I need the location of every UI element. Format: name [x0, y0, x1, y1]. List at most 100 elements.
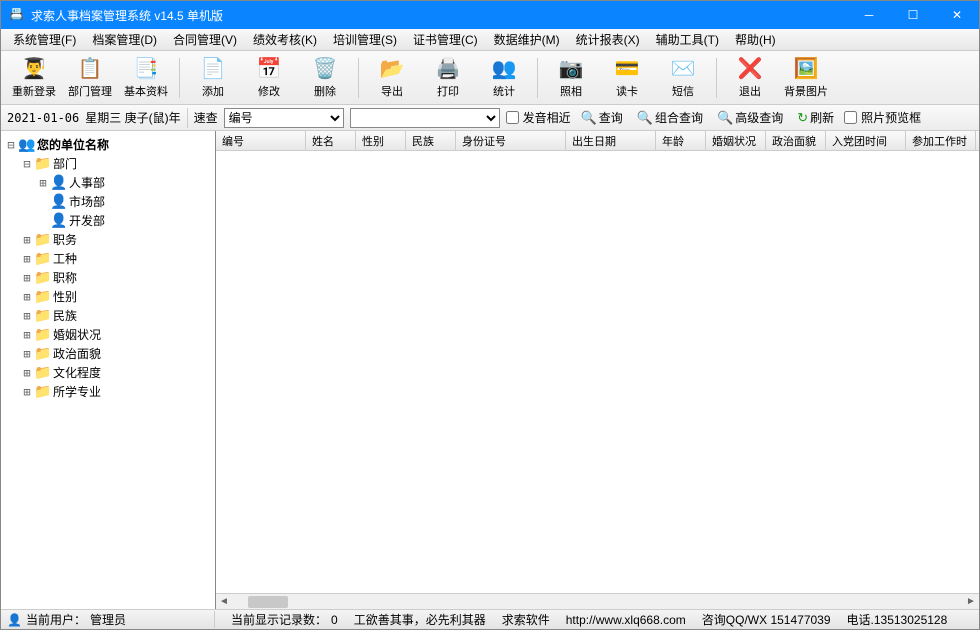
- toolbar-label: 基本资料: [124, 83, 168, 99]
- node-label: 开发部: [69, 212, 105, 229]
- close-button[interactable]: ✕: [935, 1, 979, 29]
- expand-icon[interactable]: ⊞: [21, 366, 33, 380]
- menu-item[interactable]: 帮助(H): [727, 29, 784, 50]
- search-button[interactable]: 🔍查询: [577, 107, 627, 128]
- expand-icon[interactable]: ⊞: [21, 328, 33, 342]
- menu-item[interactable]: 合同管理(V): [165, 29, 245, 50]
- tree-node[interactable]: ⊞📁性别: [5, 287, 211, 306]
- tree-node[interactable]: ⊞📁婚姻状况: [5, 325, 211, 344]
- menu-item[interactable]: 辅助工具(T): [648, 29, 727, 50]
- contact-phone: 电话.13513025128: [847, 611, 948, 628]
- menu-item[interactable]: 绩效考核(K): [245, 29, 325, 50]
- toolbar-label: 读卡: [616, 83, 638, 99]
- toolbar-button[interactable]: 📋部门管理: [63, 54, 117, 102]
- slogan: 工欲善其事，必先利其器: [354, 611, 486, 628]
- node-icon: 📁: [35, 365, 51, 381]
- toolbar-button[interactable]: ❌退出: [723, 54, 777, 102]
- expand-icon[interactable]: ⊞: [21, 347, 33, 361]
- menu-item[interactable]: 系统管理(F): [5, 29, 84, 50]
- column-header[interactable]: 政治面貌: [766, 131, 826, 150]
- toolbar-button[interactable]: 🗑️删除: [298, 54, 352, 102]
- expand-icon[interactable]: ⊞: [21, 290, 33, 304]
- contact-qq: 咨询QQ/WX 151477039: [702, 611, 831, 628]
- expand-icon[interactable]: ⊞: [21, 233, 33, 247]
- toolbar-separator: [716, 58, 717, 98]
- node-icon: 📁: [35, 308, 51, 324]
- column-header[interactable]: 参加工作时: [906, 131, 976, 150]
- node-label: 职称: [53, 269, 77, 286]
- scroll-right-icon[interactable]: ►: [963, 595, 979, 609]
- toolbar-button[interactable]: 🖼️背景图片: [779, 54, 833, 102]
- tree-node[interactable]: 👤市场部: [5, 192, 211, 211]
- toolbar-label: 导出: [381, 83, 403, 99]
- column-header[interactable]: 姓名: [306, 131, 356, 150]
- refresh-button[interactable]: ↻刷新: [793, 107, 838, 128]
- maximize-button[interactable]: ☐: [891, 1, 935, 29]
- column-header[interactable]: 编号: [216, 131, 306, 150]
- tree-node[interactable]: ⊞📁职务: [5, 230, 211, 249]
- toolbar-button[interactable]: 👨‍🎓重新登录: [7, 54, 61, 102]
- column-header[interactable]: 年龄: [656, 131, 706, 150]
- tree-node[interactable]: ⊞📁职称: [5, 268, 211, 287]
- toolbar-button[interactable]: 📅修改: [242, 54, 296, 102]
- grid-body[interactable]: [216, 151, 979, 593]
- expand-icon[interactable]: ⊞: [21, 271, 33, 285]
- expand-icon[interactable]: ⊟: [21, 157, 33, 171]
- toolbar-button[interactable]: 📄添加: [186, 54, 240, 102]
- horizontal-scrollbar[interactable]: ◄ ►: [216, 593, 979, 609]
- column-header[interactable]: 入党团时间: [826, 131, 906, 150]
- column-header[interactable]: 身份证号: [456, 131, 566, 150]
- scroll-left-icon[interactable]: ◄: [216, 595, 232, 609]
- menu-item[interactable]: 数据维护(M): [486, 29, 568, 50]
- toolbar-label: 短信: [672, 83, 694, 99]
- menu-item[interactable]: 培训管理(S): [325, 29, 405, 50]
- node-label: 部门: [53, 155, 77, 172]
- tree-node[interactable]: ⊞📁工种: [5, 249, 211, 268]
- combined-search-button[interactable]: 🔍组合查询: [633, 107, 707, 128]
- toolbar-button[interactable]: 📂导出: [365, 54, 419, 102]
- expand-icon[interactable]: ⊞: [37, 176, 49, 190]
- toolbar-button[interactable]: 🖨️打印: [421, 54, 475, 102]
- expand-icon[interactable]: ⊞: [21, 309, 33, 323]
- column-header[interactable]: 婚姻状况: [706, 131, 766, 150]
- tree-node[interactable]: ⊞📁民族: [5, 306, 211, 325]
- tree-node[interactable]: ⊞👤人事部: [5, 173, 211, 192]
- tree-node[interactable]: ⊞📁政治面貌: [5, 344, 211, 363]
- expand-icon[interactable]: ⊟: [5, 138, 17, 152]
- node-icon: 👤: [51, 213, 67, 229]
- tree-node[interactable]: ⊟📁部门: [5, 154, 211, 173]
- tree-node[interactable]: ⊞📁文化程度: [5, 363, 211, 382]
- tree-node[interactable]: ⊟👥您的单位名称: [5, 135, 211, 154]
- menu-item[interactable]: 统计报表(X): [568, 29, 648, 50]
- minimize-button[interactable]: ─: [847, 1, 891, 29]
- toolbar-button[interactable]: 📑基本资料: [119, 54, 173, 102]
- toolbar-button[interactable]: 👥统计: [477, 54, 531, 102]
- node-label: 性别: [53, 288, 77, 305]
- toolbar-button[interactable]: ✉️短信: [656, 54, 710, 102]
- search-value-select[interactable]: [350, 108, 500, 128]
- toolbar-icon: 🖨️: [436, 57, 460, 81]
- toolbar-icon: 👨‍🎓: [22, 57, 46, 81]
- scroll-thumb[interactable]: [248, 596, 288, 608]
- advanced-search-button[interactable]: 🔍高级查询: [713, 107, 787, 128]
- menu-item[interactable]: 证书管理(C): [405, 29, 486, 50]
- search-icon: 🔍: [637, 110, 653, 126]
- node-icon: 📁: [35, 346, 51, 362]
- search-field-select[interactable]: 编号: [224, 108, 344, 128]
- menu-item[interactable]: 档案管理(D): [84, 29, 165, 50]
- expand-icon[interactable]: ⊞: [21, 385, 33, 399]
- expand-icon[interactable]: ⊞: [21, 252, 33, 266]
- toolbar-button[interactable]: 📷照相: [544, 54, 598, 102]
- column-header[interactable]: 民族: [406, 131, 456, 150]
- filter-bar: 2021-01-06 星期三 庚子(鼠)年 速查 编号 发音相近 🔍查询 🔍组合…: [1, 105, 979, 131]
- photo-preview-checkbox[interactable]: 照片预览框: [844, 109, 921, 126]
- toolbar-separator: [537, 58, 538, 98]
- column-header[interactable]: 性别: [356, 131, 406, 150]
- toolbar-button[interactable]: 💳读卡: [600, 54, 654, 102]
- node-label: 职务: [53, 231, 77, 248]
- similar-sound-checkbox[interactable]: 发音相近: [506, 109, 571, 126]
- tree-node[interactable]: 👤开发部: [5, 211, 211, 230]
- toolbar-icon: 🖼️: [794, 57, 818, 81]
- column-header[interactable]: 出生日期: [566, 131, 656, 150]
- tree-node[interactable]: ⊞📁所学专业: [5, 382, 211, 401]
